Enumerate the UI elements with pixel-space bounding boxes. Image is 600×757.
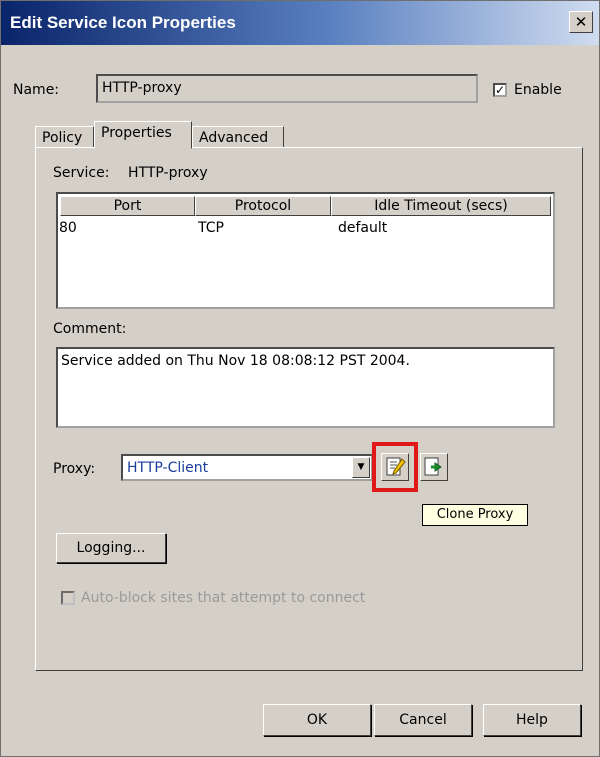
ok-button[interactable]: OK [263,704,371,736]
proxy-label: Proxy: [53,461,96,477]
service-value: HTTP-proxy [128,165,208,181]
logging-button[interactable]: Logging... [56,533,166,563]
help-button[interactable]: Help [483,704,581,736]
checkmark-icon: ✓ [495,83,506,97]
table-cell-idle-timeout[interactable]: default [338,220,387,236]
dialog-title: Edit Service Icon Properties [10,13,236,32]
column-header-protocol[interactable]: Protocol [195,196,331,216]
service-table[interactable]: Port Protocol Idle Timeout (secs) 80 TCP… [56,192,555,309]
tooltip-clone-proxy: Clone Proxy [422,504,528,526]
autoblock-label: Auto-block sites that attempt to connect [81,590,366,606]
tab-properties[interactable]: Properties [94,121,192,149]
comment-label: Comment: [53,321,127,337]
autoblock-checkbox[interactable] [61,591,75,605]
column-header-idle-timeout[interactable]: Idle Timeout (secs) [331,196,551,216]
dialog-window: Edit Service Icon Properties ✕ Name: HTT… [0,0,600,757]
table-cell-protocol[interactable]: TCP [198,220,224,236]
title-bar[interactable]: Edit Service Icon Properties ✕ [1,1,599,45]
clone-proxy-icon [424,457,442,476]
clone-proxy-button[interactable] [420,453,448,481]
enable-label: Enable [514,82,562,98]
comment-textarea[interactable]: Service added on Thu Nov 18 08:08:12 PST… [56,347,555,428]
service-label: Service: [53,165,110,181]
enable-checkbox[interactable]: ✓ [493,83,507,97]
tab-policy[interactable]: Policy [35,126,94,148]
proxy-selected-value: HTTP-Client [127,460,209,476]
column-header-port[interactable]: Port [60,196,195,216]
tab-advanced[interactable]: Advanced [192,126,284,148]
dropdown-arrow-icon[interactable]: ▼ [352,457,370,478]
name-field[interactable]: HTTP-proxy [96,74,478,103]
table-cell-port[interactable]: 80 [59,220,77,236]
name-label: Name: [13,82,60,98]
highlight-box [372,442,418,492]
proxy-select[interactable]: HTTP-Client ▼ [121,454,373,481]
close-icon[interactable]: ✕ [575,13,588,31]
close-button[interactable]: ✕ [569,11,593,33]
cancel-button[interactable]: Cancel [374,704,472,736]
